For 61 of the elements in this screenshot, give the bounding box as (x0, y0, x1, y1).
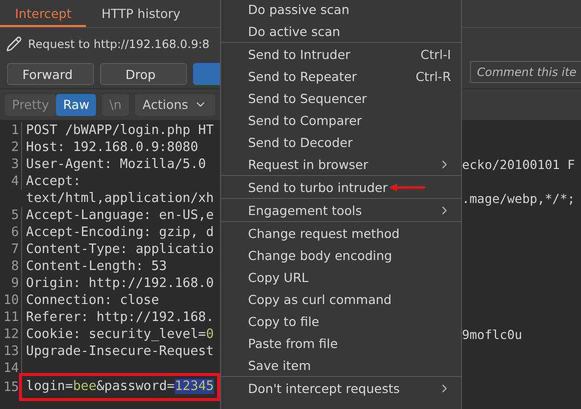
menu-item[interactable]: Copy URL (221, 266, 461, 288)
code-line: Accept-Encoding: gzip, d (25, 224, 215, 241)
comment-field[interactable]: Comment this ite (470, 61, 581, 83)
line-number: 13 (0, 343, 22, 360)
request-label: Request to http://192.168.0.9:8 (28, 37, 210, 51)
menu-item[interactable]: Change body encoding (221, 244, 461, 266)
shortcut-label: Ctrl-R (416, 68, 451, 84)
line-number: 7 (0, 241, 22, 258)
code-line: .mage/webp,*/*; (462, 190, 576, 207)
line-number: 5 (0, 207, 22, 224)
menu-item[interactable]: Do passive scan (221, 0, 461, 20)
menu-item[interactable]: Send to Comparer (221, 109, 461, 131)
line-number: 10 (0, 292, 22, 309)
menu-item[interactable]: Copy as curl command (221, 288, 461, 310)
menu-item[interactable]: Don't intercept requests (221, 377, 461, 399)
shortcut-label: Ctrl-I (420, 46, 451, 62)
code-line: text/html,application/xh (25, 190, 215, 207)
menu-item[interactable]: Send to turbo intruder (221, 176, 461, 198)
menu-item[interactable]: Paste from file (221, 332, 461, 354)
line-number: 12 (0, 326, 22, 343)
menu-item[interactable]: Request in browser (221, 153, 461, 175)
line-number: 4 (0, 173, 22, 190)
menu-item[interactable]: Copy to file (221, 310, 461, 332)
line-number: 3 (0, 156, 22, 173)
menu-item[interactable]: Do active scan (221, 20, 461, 42)
code-line: Content-Type: applicatio (25, 241, 215, 258)
code-line: Origin: http://192.168.0 (25, 275, 215, 292)
line-number: 8 (0, 258, 22, 275)
code-line: POST /bWAPP/login.php HT (25, 122, 215, 139)
menu-item[interactable]: Change request method (221, 222, 461, 244)
line-number: 6 (0, 224, 22, 241)
menu-item[interactable]: Engagement tools (221, 199, 461, 221)
code-line: 9moflc0u (462, 326, 524, 343)
tab[interactable]: HTTP history (86, 0, 196, 27)
menu-item[interactable]: Save item (221, 354, 461, 376)
code-line: Accept: (25, 173, 82, 190)
code-line: Accept-Language: en-US,e (25, 207, 215, 224)
tab[interactable]: Intercept (0, 0, 86, 27)
menu-item[interactable]: Send to Repeater Ctrl-R (221, 65, 461, 87)
line-number: 2 (0, 139, 22, 156)
menu-item[interactable]: Send to Decoder (221, 131, 461, 153)
code-line: Host: 192.168.0.9:8080 (25, 139, 200, 156)
line-number: 15 (0, 378, 22, 396)
line-number: 11 (0, 309, 22, 326)
code-line: Upgrade-Insecure-Request (25, 343, 215, 360)
code-line: Cookie: security_level=0 (25, 326, 215, 343)
actions-dropdown[interactable]: Actions (134, 94, 216, 116)
view-tab[interactable]: Raw (56, 94, 96, 116)
code-line: User-Agent: Mozilla/5.0 (25, 156, 208, 173)
toolbar-button[interactable]: Drop (100, 63, 187, 85)
pencil-icon (6, 36, 22, 52)
toolbar-button[interactable]: Forward (7, 63, 94, 85)
code-line: Content-Length: 53 (25, 258, 168, 275)
code-line: Connection: close (25, 292, 160, 309)
menu-item[interactable]: Send to Intruder Ctrl-I (221, 43, 461, 65)
menu-item[interactable]: Send to Sequencer (221, 87, 461, 109)
code-line: Referer: http://192.168. (25, 309, 215, 326)
line-number: 1 (0, 122, 22, 139)
code-line: ecko/20100101 F (462, 156, 576, 173)
line-number: 9 (0, 275, 22, 292)
line-number: 14 (0, 360, 22, 377)
